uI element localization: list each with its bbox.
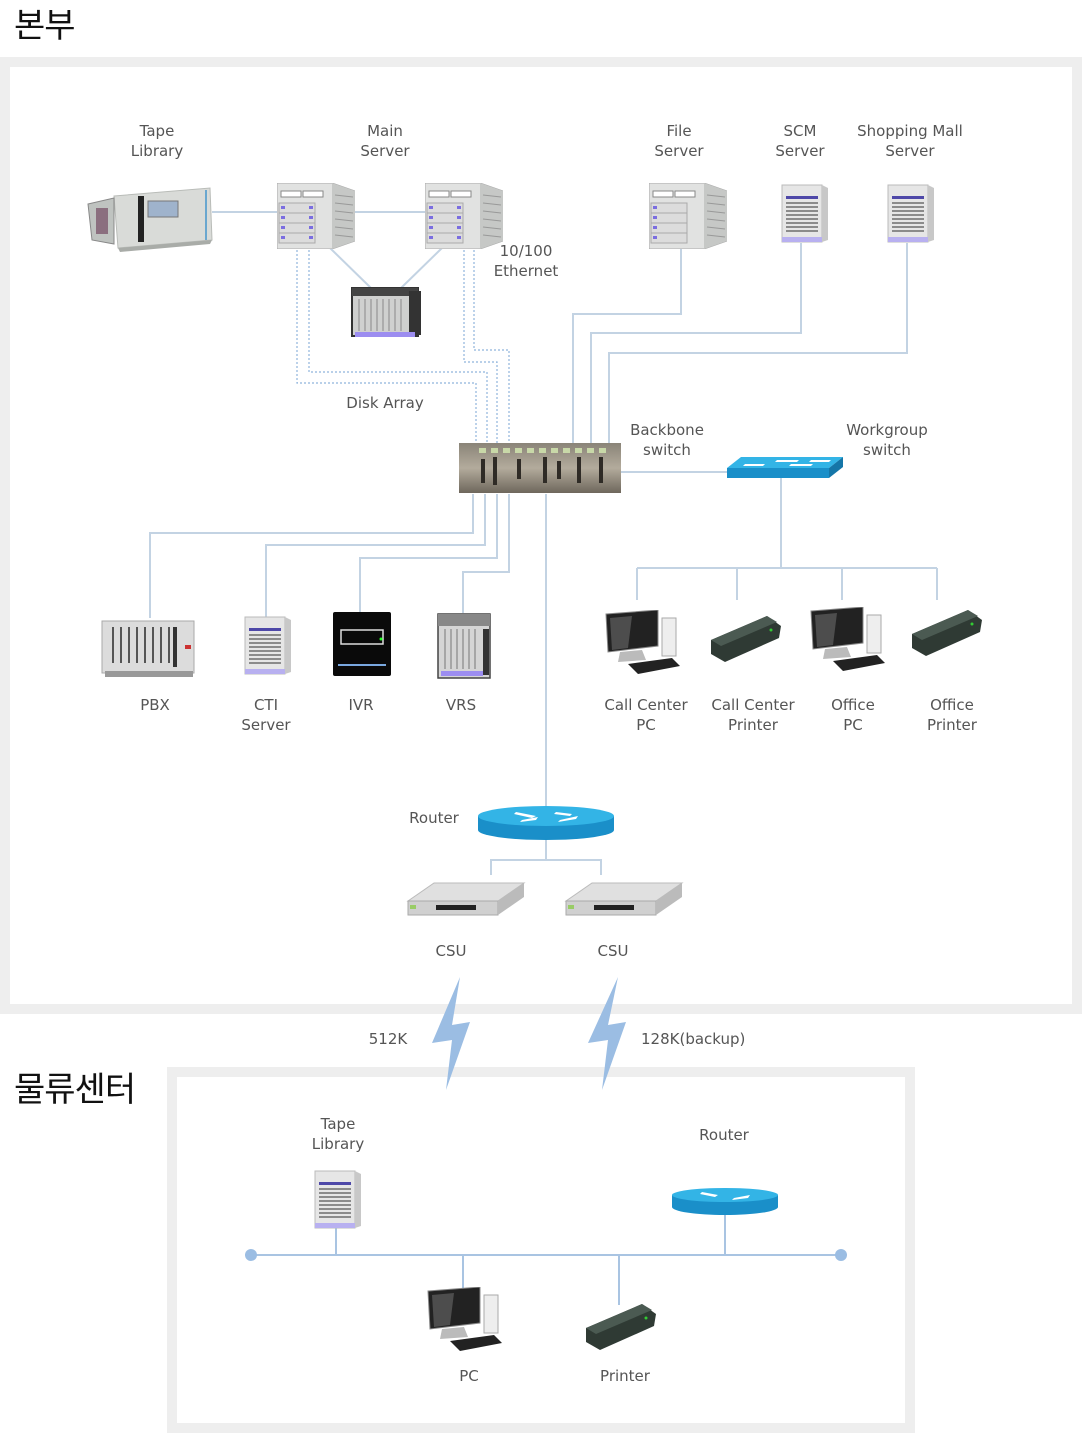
cti-server-icon bbox=[244, 616, 291, 675]
branch-tape-library-icon bbox=[314, 1170, 361, 1229]
router-icon bbox=[478, 806, 614, 840]
wire-router-csu bbox=[490, 859, 602, 875]
wire-backbone-pbx bbox=[149, 494, 474, 618]
label-pbx: PBX bbox=[140, 696, 170, 714]
label-main-server: Main Server bbox=[360, 122, 410, 160]
csu-2-icon bbox=[564, 882, 684, 916]
wire-backbone-ivr bbox=[359, 494, 498, 613]
branch-router-icon bbox=[672, 1188, 778, 1215]
label-workgroup-switch: Workgroup switch bbox=[846, 421, 928, 459]
label-cti-server: CTI Server bbox=[241, 696, 291, 734]
call-center-printer-icon bbox=[711, 616, 781, 662]
label-csu-1: CSU bbox=[435, 942, 467, 960]
ivr-icon bbox=[333, 612, 391, 676]
label-csu-2: CSU bbox=[597, 942, 629, 960]
main-server-2-icon bbox=[425, 183, 503, 249]
label-office-pc: Office PC bbox=[831, 696, 875, 734]
label-branch-pc: PC bbox=[459, 1367, 479, 1385]
office-pc-icon bbox=[810, 607, 885, 671]
bolt-128k-icon bbox=[588, 977, 626, 1090]
bus-end-right bbox=[835, 1249, 847, 1261]
wire-file-backbone bbox=[572, 248, 682, 444]
label-tape-library: Tape Library bbox=[130, 122, 184, 160]
wire-backbone-cti bbox=[265, 494, 486, 618]
backbone-switch-icon bbox=[459, 443, 621, 493]
label-ethernet: 10/100 Ethernet bbox=[493, 242, 559, 280]
wire-main2-disk bbox=[399, 247, 443, 290]
label-scm-server: SCM Server bbox=[775, 122, 825, 160]
wire-scm-backbone bbox=[590, 243, 802, 444]
csu-1-icon bbox=[406, 882, 526, 916]
pbx-icon bbox=[101, 620, 195, 677]
label-branch-tape-library: Tape Library bbox=[311, 1115, 365, 1153]
label-backbone-switch: Backbone switch bbox=[630, 421, 704, 459]
branch-printer-icon bbox=[586, 1304, 656, 1350]
tape-library-icon bbox=[87, 187, 213, 252]
disk-array-icon bbox=[351, 287, 421, 337]
vrs-icon bbox=[437, 613, 491, 679]
label-branch-printer: Printer bbox=[600, 1367, 650, 1385]
wire-main1-disk bbox=[329, 247, 373, 290]
branch-pc-icon bbox=[427, 1287, 502, 1351]
bus-end-left bbox=[245, 1249, 257, 1261]
label-link-128k: 128K(backup) bbox=[641, 1030, 746, 1048]
main-server-1-icon bbox=[277, 183, 355, 249]
scm-server-icon bbox=[781, 184, 828, 243]
call-center-pc-icon bbox=[605, 610, 680, 674]
mall-server-icon bbox=[887, 184, 934, 243]
bolt-512k-icon bbox=[432, 977, 470, 1090]
workgroup-switch-icon bbox=[727, 457, 843, 478]
file-server-icon bbox=[649, 183, 727, 249]
label-vrs: VRS bbox=[445, 696, 477, 714]
label-mall-server: Shopping Mall Server bbox=[857, 122, 963, 160]
label-ivr: IVR bbox=[348, 696, 374, 714]
label-disk-array: Disk Array bbox=[346, 394, 424, 412]
label-link-512k: 512K bbox=[368, 1030, 408, 1048]
wire-mall-backbone bbox=[608, 243, 908, 444]
label-router: Router bbox=[409, 809, 459, 827]
label-branch-router: Router bbox=[699, 1126, 749, 1144]
label-file-server: File Server bbox=[654, 122, 704, 160]
label-cc-pc: Call Center PC bbox=[604, 696, 688, 734]
label-office-printer: Office Printer bbox=[927, 696, 977, 734]
office-printer-icon bbox=[912, 610, 982, 656]
label-cc-printer: Call Center Printer bbox=[711, 696, 795, 734]
